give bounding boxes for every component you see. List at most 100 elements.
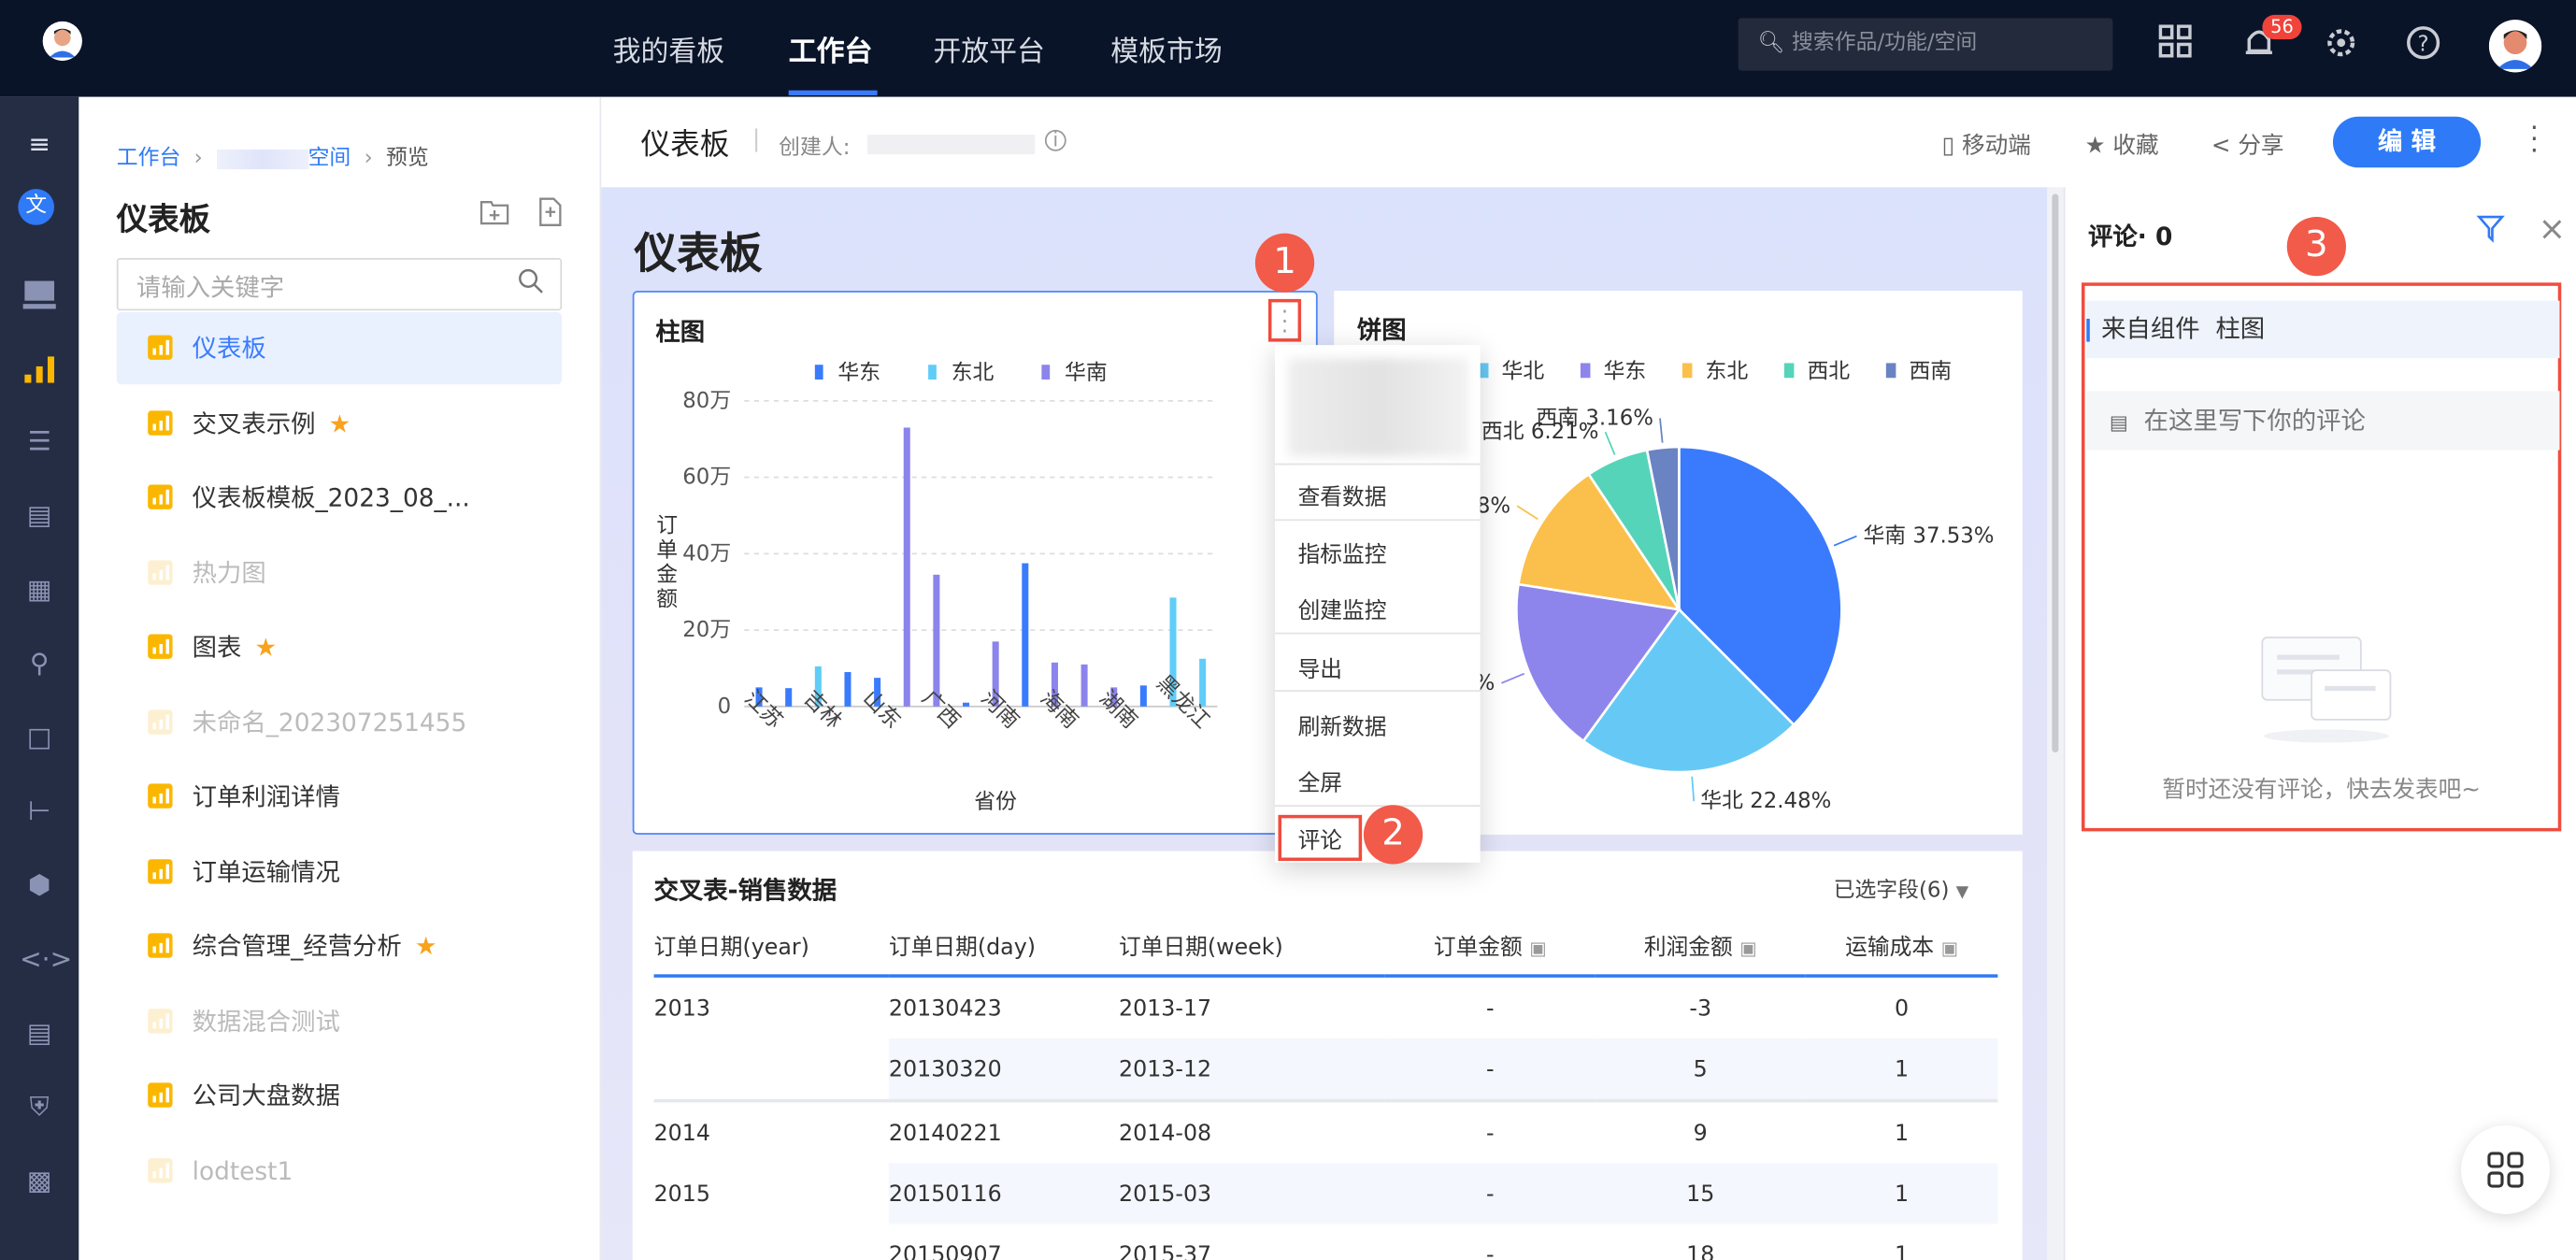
list-item-label: 综合管理_经营分析 [193,932,402,962]
nav-workbench[interactable]: 工作台 [789,28,873,69]
nav-active-indicator [789,91,878,95]
screen-icon[interactable] [20,278,59,310]
database-icon[interactable]: ▤ [20,1017,59,1050]
menu-metric-monitor[interactable]: 指标监控 [1298,536,1387,568]
flow-icon[interactable]: ⊢ [20,795,59,828]
menu-create-monitor[interactable]: 创建监控 [1298,592,1387,624]
close-icon[interactable]: × [2539,208,2566,248]
table-cell: 1 [1806,1038,1998,1101]
column-header[interactable]: 利润金额 ▣ [1596,913,1806,976]
y-axis-title-char: 额 [656,588,678,612]
document-icon[interactable]: □ [20,722,59,754]
chart-screen-icon[interactable]: ▤ [20,499,59,532]
table-icon[interactable]: ▦ [20,573,59,606]
global-search-input[interactable]: 🔍︎ 搜索作品/功能/空间 [1739,18,2113,70]
info-icon[interactable]: i [1045,130,1066,151]
legend-label[interactable]: 东北 [1705,359,1748,383]
more-icon[interactable]: ··· [2530,122,2539,156]
user-avatar[interactable] [2489,20,2541,72]
code-icon[interactable]: <·> [20,943,59,976]
bar-华南[interactable] [904,427,910,706]
menu-export[interactable]: 导出 [1298,651,1342,683]
table-cell: 2014-08 [1119,1101,1385,1164]
sort-icon[interactable]: ▣ [1941,938,1958,959]
bar-华南[interactable] [1081,665,1088,707]
share-button[interactable]: < 分享 [2211,128,2284,161]
column-header[interactable]: 订单日期(day) [889,913,1119,976]
legend-label[interactable]: 华北 [1502,359,1545,383]
pie-data-label: 华南 37.53% [1863,524,1994,549]
breadcrumb-workbench[interactable]: 工作台 [117,146,181,170]
legend-label[interactable]: 华南 [1065,361,1108,385]
nav-template-market[interactable]: 模板市场 [1110,28,1223,69]
dashboard-list-item[interactable]: 交叉表示例★ [117,387,562,459]
bar-华东[interactable] [844,672,851,707]
menu-view-data[interactable]: 查看数据 [1298,478,1387,510]
mobile-button[interactable]: ▯ 移动端 [1942,128,2031,161]
comment-input[interactable]: ▤ 在这里写下你的评论 [2086,391,2559,450]
fields-selector[interactable]: 已选字段(6) ▼ [1834,872,1969,903]
legend-label[interactable]: 西北 [1807,359,1850,383]
legend-label[interactable]: 华东 [1604,359,1647,383]
dashboard-list-item[interactable]: 热力图 [117,537,562,609]
apps-grid-icon[interactable] [2159,24,2192,65]
menu-comment[interactable]: 评论 [1278,815,1362,861]
new-file-icon[interactable] [539,197,563,234]
breadcrumb-space[interactable]: 空间 [308,146,351,170]
dashboard-list-item[interactable]: 图表★ [117,611,562,683]
nav-my-boards[interactable]: 我的看板 [613,28,725,69]
legend-label[interactable]: 东北 [952,361,995,385]
nav-open-platform[interactable]: 开放平台 [933,28,1045,69]
search-icon[interactable] [518,268,544,301]
gear-icon[interactable] [2323,24,2359,68]
dashboard-bar-icon[interactable] [20,351,59,384]
legend-label[interactable]: 西南 [1909,359,1952,383]
column-header[interactable]: 订单日期(week) [1119,913,1385,976]
layers-icon[interactable]: ☰ [20,425,59,458]
search-placeholder: 搜索作品/功能/空间 [1792,31,1977,55]
column-header[interactable]: 运输成本 ▣ [1806,913,1998,976]
help-icon[interactable]: ? [2405,24,2441,68]
search-data-icon[interactable]: ⚲ [20,648,59,680]
dashboard-list-item[interactable]: lodtest1 [117,1135,562,1207]
dashboard-list-item[interactable]: 公司大盘数据 [117,1060,562,1132]
cube-icon[interactable]: ⬢ [20,869,59,902]
dashboard-list-item[interactable]: 订单利润详情 [117,761,562,833]
edit-button[interactable]: 编 辑 [2333,117,2481,167]
chart-more-button[interactable]: ··· [1268,299,1301,342]
logo-avatar[interactable] [43,21,82,61]
dashboard-list-item[interactable]: 综合管理_经营分析★ [117,910,562,982]
bar-华东[interactable] [1022,564,1028,707]
dashboard-list-item[interactable]: 仪表板 [117,312,562,384]
menu-fullscreen[interactable]: 全屏 [1298,764,1342,796]
canvas-scrollbar[interactable] [2047,187,2064,1260]
bar-华东[interactable] [963,703,969,707]
shield-icon[interactable]: ⛨ [20,1091,59,1124]
menu-refresh-data[interactable]: 刷新数据 [1298,709,1387,741]
column-header[interactable]: 订单金额 ▣ [1385,913,1596,976]
dashboard-list-item[interactable]: 订单运输情况 [117,836,562,908]
label-leader-line [1517,506,1538,519]
column-header-label: 利润金额 [1644,934,1733,960]
dashboard-list-item[interactable]: 未命名_202307251455 [117,686,562,758]
bar-华东[interactable] [785,688,792,707]
collapse-menu-icon[interactable]: ≡ [20,128,59,161]
bar-华东[interactable] [1140,685,1147,706]
floating-apps-button[interactable] [2461,1125,2550,1214]
report-icon[interactable]: ▩ [20,1165,59,1197]
filter-icon[interactable] [2476,214,2506,251]
sort-icon[interactable]: ▣ [1739,938,1756,959]
bar-chart-card[interactable]: 柱图 华东东北华南020万40万60万80万江苏吉林山东广西河南海南湖南黑龙江省… [633,291,1318,835]
keyword-search-input[interactable]: 请输入关键字 [117,258,562,310]
list-item-label: 数据混合测试 [193,1007,340,1037]
dashboard-list-item[interactable]: 仪表板模板_2023_08_... [117,462,562,534]
sort-icon[interactable]: ▣ [1529,938,1546,959]
bar-东北[interactable] [1199,659,1206,707]
translate-icon[interactable]: 文 [18,189,54,225]
favorite-button[interactable]: ★ 收藏 [2085,128,2159,161]
legend-label[interactable]: 华东 [837,361,880,385]
table-cell: 0 [1806,976,1998,1038]
column-header[interactable]: 订单日期(year) [654,913,889,976]
dashboard-list-item[interactable]: 数据混合测试 [117,985,562,1057]
new-folder-icon[interactable] [479,199,509,232]
